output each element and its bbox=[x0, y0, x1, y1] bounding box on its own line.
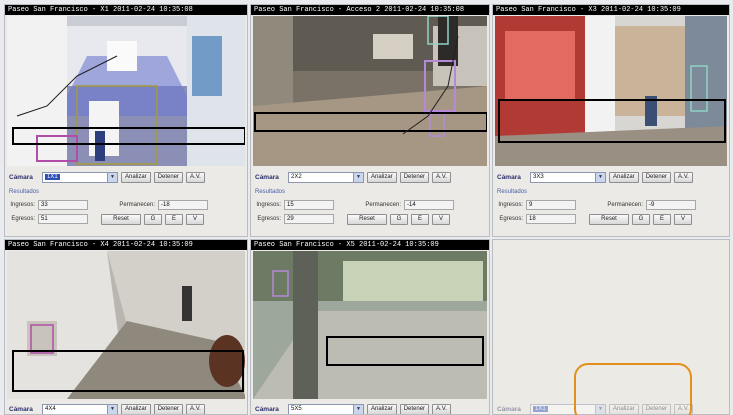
reset-button[interactable]: Reset bbox=[347, 213, 387, 225]
chevron-down-icon[interactable]: ▼ bbox=[107, 172, 117, 182]
camera-controls: Cámara 1X1 ▼ Analizar Detener A.V. bbox=[9, 170, 243, 184]
camera-panel-5: Paseo San Francisco - X5 2011-02-24 10:3… bbox=[250, 239, 490, 415]
camera-panel-4: Paseo San Francisco - X4 2011-02-24 10:3… bbox=[4, 239, 248, 415]
camera-select-value: 5X5 bbox=[291, 406, 302, 412]
g-button[interactable]: G bbox=[632, 213, 650, 225]
chevron-down-icon[interactable]: ▼ bbox=[353, 172, 363, 182]
chevron-down-icon[interactable]: ▼ bbox=[107, 404, 117, 414]
v-button[interactable]: V bbox=[432, 213, 450, 225]
video-frame-x4 bbox=[7, 251, 245, 399]
video-frame-x3 bbox=[495, 16, 727, 166]
camera-label: Cámara bbox=[9, 173, 33, 181]
av-button[interactable]: A.V. bbox=[432, 171, 451, 183]
permanecen-label: Permanecen: bbox=[365, 202, 401, 208]
permanecen-label: Permanecen: bbox=[119, 202, 155, 208]
camera-select[interactable]: 5X5 ▼ bbox=[288, 403, 364, 414]
permanecen-label: Permanecen: bbox=[607, 202, 643, 208]
ingresos-label: Ingresos: bbox=[498, 202, 523, 208]
reset-button[interactable]: Reset bbox=[101, 213, 141, 225]
chevron-down-icon[interactable]: ▼ bbox=[595, 172, 605, 182]
video-feed[interactable] bbox=[7, 251, 245, 399]
egresos-label: Egresos: bbox=[499, 216, 523, 222]
g-button[interactable]: G bbox=[144, 213, 162, 225]
ingresos-value: 9 bbox=[526, 200, 576, 210]
permanecen-value: -14 bbox=[404, 200, 454, 210]
analizar-button[interactable]: Analizar bbox=[121, 171, 151, 183]
camera-select-value: 4X4 bbox=[45, 406, 56, 412]
video-feed[interactable] bbox=[7, 16, 245, 166]
analizar-button[interactable]: Analizar bbox=[367, 403, 397, 414]
camera-label: Cámara bbox=[497, 173, 521, 181]
camera-label: Cámara bbox=[9, 405, 33, 413]
ingresos-label: Ingresos: bbox=[10, 202, 35, 208]
analizar-button[interactable]: Analizar bbox=[121, 403, 151, 414]
camera-select-value: 1X1 bbox=[533, 406, 548, 412]
video-frame-x1 bbox=[7, 16, 245, 166]
analizar-button[interactable]: Analizar bbox=[367, 171, 397, 183]
permanecen-value: -18 bbox=[158, 200, 208, 210]
camera-label: Cámara bbox=[255, 173, 279, 181]
av-button[interactable]: A.V. bbox=[674, 171, 693, 183]
ingresos-value: 15 bbox=[284, 200, 334, 210]
camera-title: Paseo San Francisco - X1 2011-02-24 10:3… bbox=[5, 5, 247, 15]
camera-title: Paseo San Francisco - X4 2011-02-24 10:3… bbox=[5, 240, 247, 250]
results-heading: Resultados bbox=[497, 189, 528, 195]
camera-title: Paseo San Francisco - Acceso 2 2011-02-2… bbox=[251, 5, 489, 15]
detener-button[interactable]: Detener bbox=[153, 171, 184, 183]
g-button[interactable]: G bbox=[390, 213, 408, 225]
detener-button[interactable]: Detener bbox=[153, 403, 184, 414]
camera-select[interactable]: 3X3 ▼ bbox=[530, 171, 606, 183]
v-button[interactable]: V bbox=[674, 213, 692, 225]
video-frame-x5 bbox=[253, 251, 487, 399]
camera-controls: Cámara 3X3 ▼ Analizar Detener A.V. bbox=[497, 170, 725, 184]
detener-button[interactable]: Detener bbox=[399, 171, 430, 183]
e-button[interactable]: E bbox=[165, 213, 183, 225]
reset-button[interactable]: Reset bbox=[589, 213, 629, 225]
egresos-value: 51 bbox=[38, 214, 88, 224]
egresos-label: Egresos: bbox=[257, 216, 281, 222]
video-feed[interactable] bbox=[253, 16, 487, 166]
video-feed[interactable] bbox=[495, 16, 727, 166]
highlight-ring bbox=[574, 363, 692, 415]
camera-title: Paseo San Francisco - X5 2011-02-24 10:3… bbox=[251, 240, 489, 250]
camera-select-value: 2X2 bbox=[291, 174, 302, 180]
chevron-down-icon[interactable]: ▼ bbox=[353, 404, 363, 414]
video-feed[interactable] bbox=[253, 251, 487, 399]
ingresos-value: 33 bbox=[38, 200, 88, 210]
e-button[interactable]: E bbox=[653, 213, 671, 225]
results-heading: Resultados bbox=[9, 189, 40, 195]
results-section: Resultados Ingresos: 9 Permanecen: -9 Eg… bbox=[497, 189, 725, 233]
egresos-value: 18 bbox=[526, 214, 576, 224]
camera-select[interactable]: 1X1 ▼ bbox=[42, 171, 118, 183]
av-button[interactable]: A.V. bbox=[432, 403, 451, 414]
camera-controls: Cámara 2X2 ▼ Analizar Detener A.V. bbox=[255, 170, 485, 184]
detener-button[interactable]: Detener bbox=[399, 403, 430, 414]
camera-title: Paseo San Francisco - X3 2011-02-24 10:3… bbox=[493, 5, 729, 15]
camera-select-value: 1X1 bbox=[45, 174, 60, 180]
results-section: Resultados Ingresos: 33 Permanecen: -18 … bbox=[9, 189, 243, 233]
camera-panel-3: Paseo San Francisco - X3 2011-02-24 10:3… bbox=[492, 4, 730, 237]
camera-controls: Cámara 4X4 ▼ Analizar Detener A.V. bbox=[9, 402, 243, 414]
camera-select[interactable]: 2X2 ▼ bbox=[288, 171, 364, 183]
e-button[interactable]: E bbox=[411, 213, 429, 225]
camera-select-value: 3X3 bbox=[533, 174, 544, 180]
av-button[interactable]: A.V. bbox=[186, 171, 205, 183]
v-button[interactable]: V bbox=[186, 213, 204, 225]
av-button[interactable]: A.V. bbox=[186, 403, 205, 414]
camera-select[interactable]: 4X4 ▼ bbox=[42, 403, 118, 414]
egresos-label: Egresos: bbox=[11, 216, 35, 222]
detener-button[interactable]: Detener bbox=[641, 171, 672, 183]
camera-controls: Cámara 5X5 ▼ Analizar Detener A.V. bbox=[255, 402, 485, 414]
results-section: Resultados Ingresos: 15 Permanecen: -14 … bbox=[255, 189, 485, 233]
results-heading: Resultados bbox=[255, 189, 286, 195]
permanecen-value: -9 bbox=[646, 200, 696, 210]
camera-label: Cámara bbox=[255, 405, 279, 413]
camera-label: Cámara bbox=[497, 405, 521, 413]
ingresos-label: Ingresos: bbox=[256, 202, 281, 208]
analizar-button[interactable]: Analizar bbox=[609, 171, 639, 183]
video-frame-x2 bbox=[253, 16, 487, 166]
camera-panel-1: Paseo San Francisco - X1 2011-02-24 10:3… bbox=[4, 4, 248, 237]
egresos-value: 29 bbox=[284, 214, 334, 224]
camera-panel-2: Paseo San Francisco - Acceso 2 2011-02-2… bbox=[250, 4, 490, 237]
